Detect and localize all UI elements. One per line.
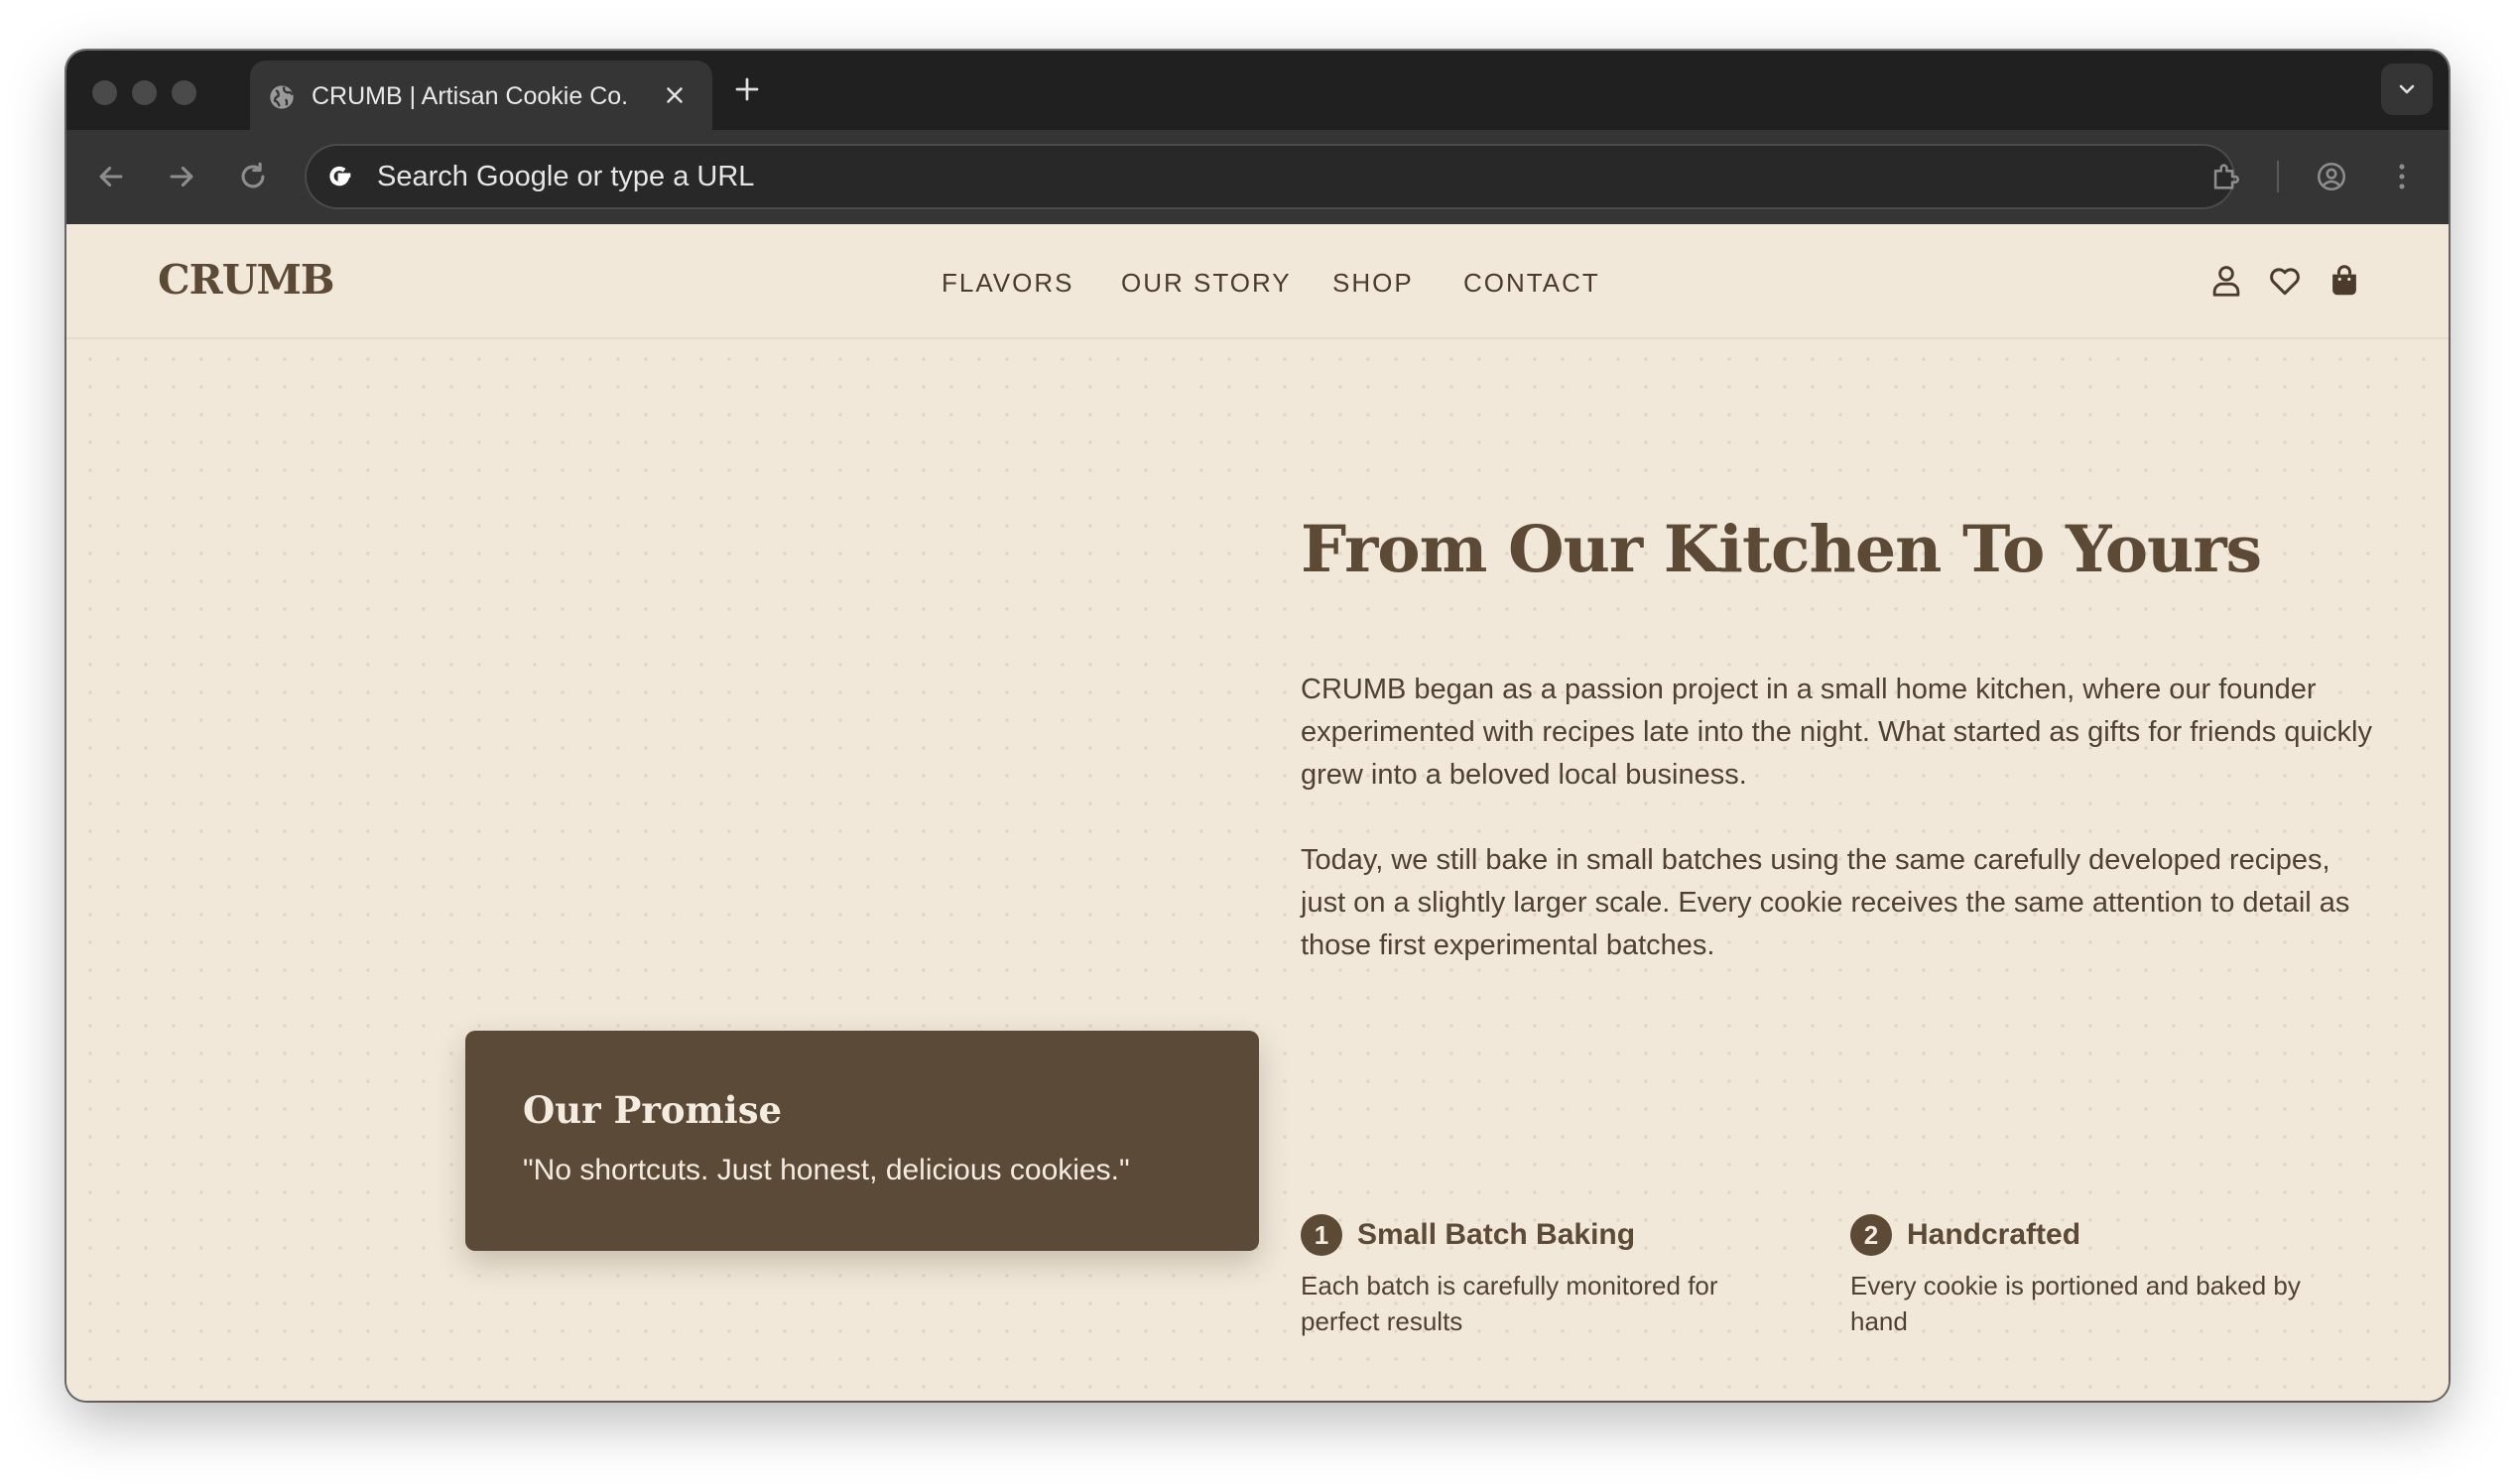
- kebab-menu-icon[interactable]: [2385, 160, 2419, 193]
- heart-icon[interactable]: [2266, 262, 2304, 300]
- browser-window: CRUMB | Artisan Cookie Co. Search Google…: [66, 51, 2449, 1401]
- site-header: CRUMB FLAVORS OUR STORY SHOP CONTACT: [66, 224, 2449, 339]
- tab-title: CRUMB | Artisan Cookie Co.: [312, 82, 629, 110]
- main-nav: FLAVORS OUR STORY SHOP CONTACT: [66, 268, 2449, 308]
- feature-title: Handcrafted: [1907, 1218, 2081, 1251]
- plus-icon[interactable]: [732, 74, 762, 104]
- back-arrow-icon[interactable]: [94, 160, 128, 193]
- extensions-puzzle-icon[interactable]: [2208, 160, 2242, 193]
- feature-title: Small Batch Baking: [1357, 1218, 1636, 1251]
- forward-arrow-icon[interactable]: [165, 160, 198, 193]
- promise-title: Our Promise: [523, 1088, 783, 1132]
- feature-description: Each batch is carefully monitored for pe…: [1301, 1271, 1718, 1336]
- promise-quote: "No shortcuts. Just honest, delicious co…: [523, 1154, 1130, 1186]
- profile-icon[interactable]: [2315, 160, 2348, 193]
- minimize-window-button[interactable]: [132, 80, 157, 105]
- close-icon[interactable]: [662, 82, 688, 108]
- google-g-icon: [329, 166, 351, 186]
- nav-flavors[interactable]: FLAVORS: [942, 268, 1073, 299]
- globe-icon: [270, 85, 294, 109]
- feature-number-badge: 1: [1301, 1214, 1342, 1256]
- reload-icon[interactable]: [236, 160, 270, 193]
- maximize-window-button[interactable]: [172, 80, 196, 105]
- feature-description: Every cookie is portioned and baked by h…: [1850, 1271, 2301, 1336]
- tab-strip: CRUMB | Artisan Cookie Co.: [66, 51, 2449, 130]
- tab-search-button[interactable]: [2381, 63, 2433, 115]
- active-tab[interactable]: CRUMB | Artisan Cookie Co.: [250, 61, 712, 130]
- address-bar-placeholder: Search Google or type a URL: [377, 161, 755, 192]
- section-heading: From Our Kitchen To Yours: [1301, 512, 2262, 587]
- account-icon[interactable]: [2207, 262, 2245, 300]
- address-bar[interactable]: Search Google or type a URL: [305, 144, 2235, 209]
- shopping-bag-icon[interactable]: [2326, 262, 2363, 300]
- feature-number-badge: 2: [1850, 1214, 1892, 1256]
- toolbar-separator: [2277, 161, 2279, 192]
- web-page: CRUMB FLAVORS OUR STORY SHOP CONTACT Fro…: [66, 224, 2449, 1401]
- nav-shop[interactable]: SHOP: [1332, 268, 1414, 299]
- close-window-button[interactable]: [92, 80, 117, 105]
- nav-contact[interactable]: CONTACT: [1463, 268, 1600, 299]
- promise-card: Our Promise "No shortcuts. Just honest, …: [465, 1031, 1259, 1251]
- story-paragraph-1: CRUMB began as a passion project in a sm…: [1301, 674, 2372, 791]
- story-paragraph-2: Today, we still bake in small batches us…: [1301, 844, 2350, 961]
- nav-our-story[interactable]: OUR STORY: [1121, 268, 1292, 299]
- browser-toolbar: Search Google or type a URL: [66, 130, 2449, 225]
- chevron-down-icon: [2399, 84, 2415, 94]
